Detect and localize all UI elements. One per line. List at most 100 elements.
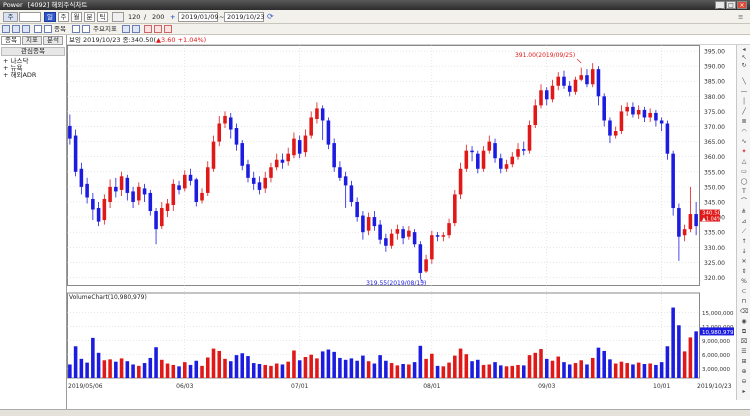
save-icon[interactable] [144,25,152,33]
price-tick-label: 385.00 [704,79,725,86]
volume-bar [521,365,526,378]
text-icon[interactable]: T [740,189,748,195]
magnet-icon[interactable]: ⊂ [740,289,748,295]
interval-field[interactable] [112,12,124,22]
arrow-down-icon[interactable]: ↓ [740,249,748,255]
date-to-field[interactable]: 2019/10/23 [224,12,264,22]
grid-toggle-icon[interactable]: ⊞ [740,359,748,365]
candle-body [671,153,675,209]
copy-icon[interactable]: ⧉ [740,329,748,335]
expand-icon[interactable]: + [3,71,11,79]
volume-bar [338,357,342,378]
price-tick-label: 375.00 [704,109,725,116]
maximize-button[interactable]: □ [726,1,736,9]
price-tick-label: 380.00 [704,94,725,101]
count-field[interactable]: 120 [128,12,140,22]
candle-body [677,208,681,237]
toggle-icon[interactable]: ◂ [740,47,748,53]
eye-icon[interactable]: ◉ [740,319,748,325]
volume-bar [349,358,354,378]
zoom-in-icon[interactable]: ⊕ [740,369,748,375]
date-from-field[interactable]: 2019/01/09 [178,12,218,22]
cross-icon[interactable]: ✕ [740,259,748,265]
cycle-icon[interactable]: ⌒ [740,199,748,205]
settings-icon[interactable]: ≡ [738,12,743,22]
crosshair-icon[interactable] [34,25,42,33]
tab-stocks[interactable]: 종목 [1,36,21,45]
volume-bar [625,363,629,378]
month-period-button[interactable]: 월 [71,12,82,22]
channel-icon[interactable]: ╱ [740,109,748,115]
candle-body [108,186,112,202]
watchlist-sidebar: 종목 지표 분석 관심종목 + 나스닥 + 뉴욕 + 해외ADR [0,35,67,409]
zoom-icon[interactable] [72,25,80,33]
total-field[interactable]: 200 [152,12,164,22]
stock-label[interactable]: 종목 [54,25,66,34]
minute-period-button[interactable]: 분 [84,12,95,22]
plus-icon[interactable]: + [170,12,175,22]
tick-period-button[interactable]: 틱 [97,12,108,22]
horizontal-line-icon[interactable]: ― [740,89,748,95]
rectangle-icon[interactable]: ▭ [740,169,748,175]
grid-icon[interactable] [44,25,52,33]
eraser-icon[interactable]: ⌫ [740,309,748,315]
percent-icon[interactable]: % [740,279,748,285]
close-button[interactable]: × [737,1,747,9]
cursor-icon[interactable]: ↖ [740,55,748,61]
volume-bar [372,363,377,378]
line-icon[interactable] [82,25,90,33]
candle-body [211,141,216,169]
main-toolbar: 주 일 주 월 분 틱 120 / 200 + 2019/01/09 ~ 201… [0,10,750,24]
export-icon[interactable] [164,25,172,33]
overlay-icon[interactable] [12,25,20,33]
print-icon[interactable] [154,25,162,33]
stock-code-field[interactable] [19,12,41,22]
ellipse-icon[interactable]: ◯ [740,179,748,185]
redo-icon[interactable]: ↻ [740,63,748,69]
arrow-up-icon[interactable]: ↑ [740,239,748,245]
lock-icon[interactable]: ⊓ [740,299,748,305]
volume-bar [361,355,365,378]
tab-analysis[interactable]: 분석 [43,36,63,45]
speed-line-icon[interactable]: ⟋ [740,229,748,235]
zoom-out-icon[interactable]: ⊖ [740,379,748,385]
price-chart[interactable]: 395.00 390.00 385.00 380.00 375.00 370.00 365.… [67,45,750,409]
minimize-button[interactable]: _ [715,1,725,9]
vertical-line-icon[interactable]: │ [740,99,748,105]
trendline-icon[interactable]: ╲ [740,79,748,85]
triangle-icon[interactable]: △ [740,159,748,165]
candle-body [487,141,492,151]
main-indicators-label[interactable]: 주요지표 [93,25,117,34]
candle-body [188,174,193,181]
volume-bar [688,337,693,378]
day-period-button[interactable]: 일 [44,12,56,22]
layout-icon[interactable] [22,25,30,33]
arc-icon[interactable]: ◠ [740,129,748,135]
pitchfork-icon[interactable]: ⋔ [740,209,748,215]
candle-body [292,138,296,156]
wave-icon[interactable]: ∿ [740,139,748,145]
week-period-button[interactable]: 주 [58,12,69,22]
stock-code-button[interactable]: 주 [3,12,18,22]
candle-body [217,123,222,142]
refresh-icon[interactable]: ⟳ [267,12,274,22]
measure-icon[interactable]: ⇕ [740,269,748,275]
gann-icon[interactable]: ⊿ [740,219,748,225]
volume-bar [125,361,130,378]
candle-body [119,176,124,190]
indicator-remove-icon[interactable] [132,25,140,33]
volume-bar [211,348,216,378]
fan-icon[interactable]: ✦ [740,149,748,155]
scroll-end-icon[interactable]: ▸ [740,389,748,395]
watchlist-item-adr[interactable]: + 해외ADR [3,72,36,79]
list-icon[interactable]: ☰ [740,349,748,355]
price-tick-label: 390.00 [704,64,725,71]
fibonacci-icon[interactable]: ≣ [740,119,748,125]
volume-bar [539,349,543,378]
volume-bar [326,349,331,378]
candle-body [200,192,204,201]
chart-type-icon[interactable] [2,25,10,33]
trash-icon[interactable]: ⌧ [740,339,748,345]
tab-indicators[interactable]: 지표 [22,36,42,45]
indicator-add-icon[interactable] [122,25,130,33]
